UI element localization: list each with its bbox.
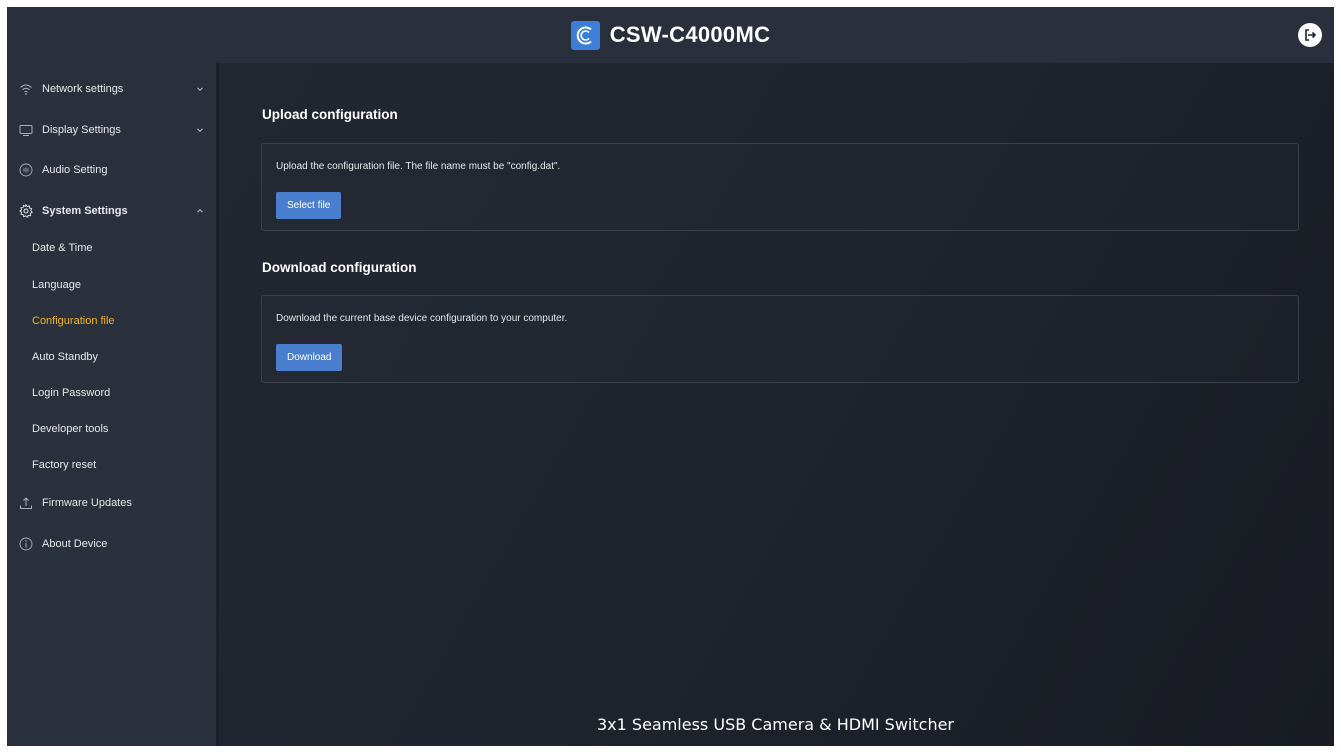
logout-button[interactable] [1298, 23, 1322, 47]
brand: CSW-C4000MC [570, 20, 771, 50]
upload-icon [20, 497, 32, 509]
upload-panel: Upload the configuration file. The file … [261, 143, 1299, 231]
header: CSW-C4000MC [7, 7, 1334, 63]
sidebar-subitem-developer-tools[interactable]: Developer tools [7, 414, 216, 444]
sidebar-subitem-label: Login Password [32, 387, 111, 399]
sidebar-item-label: System Settings [42, 205, 128, 217]
sidebar-item-display-settings[interactable]: Display Settings [7, 112, 216, 148]
sidebar-item-network-settings[interactable]: Network settings [7, 71, 216, 107]
device-title: CSW-C4000MC [609, 22, 771, 47]
sidebar-item-label: About Device [42, 538, 108, 550]
sidebar-subitem-label: Configuration file [32, 315, 115, 327]
download-section-title: Download configuration [262, 260, 417, 275]
sidebar-subitem-date-time[interactable]: Date & Time [7, 233, 216, 263]
sidebar-subitem-auto-standby[interactable]: Auto Standby [7, 342, 216, 372]
sidebar-subitem-factory-reset[interactable]: Factory reset [7, 450, 216, 480]
info-icon [19, 537, 33, 551]
upload-section-title: Upload configuration [262, 107, 398, 122]
sidebar-subitem-login-password[interactable]: Login Password [7, 378, 216, 408]
monitor-icon [19, 125, 33, 136]
sidebar-subitem-language[interactable]: Language [7, 270, 216, 300]
sidebar-item-system-settings[interactable]: System Settings [7, 193, 216, 229]
upload-description: Upload the configuration file. The file … [276, 161, 561, 172]
sidebar-item-label: Firmware Updates [42, 497, 132, 509]
sidebar-subitem-label: Auto Standby [32, 351, 99, 363]
sidebar: Network settings Display Settings Audio … [7, 63, 219, 746]
sidebar-subitem-label: Date & Time [32, 242, 93, 254]
logo-icon [570, 20, 600, 50]
chevron-up-icon [197, 208, 203, 213]
logout-icon [1305, 29, 1317, 41]
wifi-icon [20, 84, 32, 95]
footer-product-description: 3x1 Seamless USB Camera & HDMI Switcher [597, 715, 954, 734]
download-description: Download the current base device configu… [276, 313, 568, 324]
download-button[interactable]: Download [276, 344, 343, 371]
sidebar-item-label: Display Settings [42, 124, 121, 136]
sidebar-subitem-configuration-file[interactable]: Configuration file [7, 306, 216, 336]
app-window: CSW-C4000MC Network settings Display Set… [7, 7, 1334, 746]
gear-icon [19, 204, 33, 218]
sidebar-item-label: Network settings [42, 83, 124, 95]
download-panel: Download the current base device configu… [261, 295, 1299, 383]
audio-icon [19, 163, 33, 177]
sidebar-item-about-device[interactable]: About Device [7, 526, 216, 562]
chevron-down-icon [197, 87, 203, 92]
sidebar-item-firmware-updates[interactable]: Firmware Updates [7, 485, 216, 521]
sidebar-subitem-label: Developer tools [32, 423, 109, 435]
chevron-down-icon [197, 128, 203, 133]
sidebar-item-audio-setting[interactable]: Audio Setting [7, 152, 216, 188]
sidebar-subitem-label: Language [32, 279, 81, 291]
sidebar-subitem-label: Factory reset [32, 459, 97, 471]
sidebar-item-label: Audio Setting [42, 164, 108, 176]
select-file-button[interactable]: Select file [276, 192, 342, 219]
